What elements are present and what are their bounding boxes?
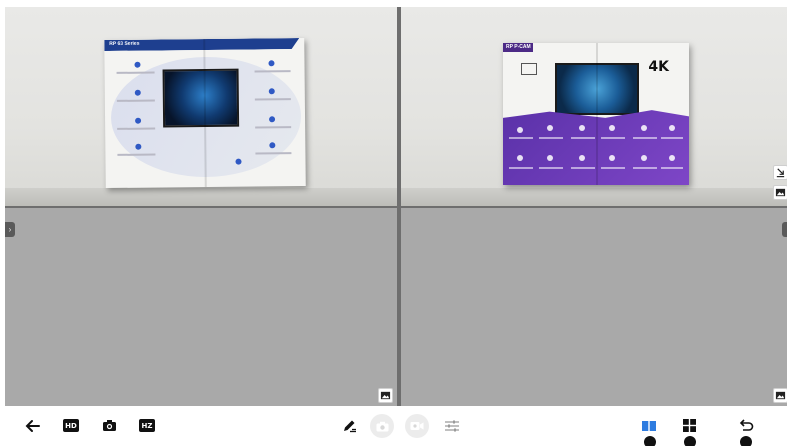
download-icon <box>776 168 785 178</box>
brochure-2-header: RP P-CAM <box>506 44 531 50</box>
record-video-icon <box>410 422 424 430</box>
chevron-right-icon: › <box>8 225 12 234</box>
brochure-image-2: RP P-CAM 4K <box>503 43 689 185</box>
brochure-1-header: RP 63 Series <box>109 40 140 47</box>
hz-label: HZ <box>141 421 153 430</box>
annotate-button[interactable] <box>340 417 358 435</box>
hd-label: HD <box>65 421 77 430</box>
layout-two-indicator <box>644 436 656 446</box>
camera-pane-2[interactable]: RP P-CAM 4K <box>401 7 787 206</box>
pane-4-image-button[interactable] <box>773 388 787 403</box>
adjust-button[interactable] <box>443 417 461 435</box>
image-icon <box>775 188 786 197</box>
undo-button[interactable] <box>737 417 755 434</box>
annotate-pen-icon <box>344 420 356 433</box>
layout-four-split-icon <box>682 419 696 432</box>
undo-indicator <box>740 436 752 446</box>
pane-2-image-button[interactable] <box>773 185 787 200</box>
hz-button[interactable]: HZ <box>139 419 155 432</box>
snapshot-button[interactable] <box>370 414 394 438</box>
back-arrow-icon <box>25 420 40 432</box>
undo-return-icon <box>739 418 753 431</box>
layout-four-split-button[interactable] <box>681 418 697 433</box>
camera-pane-3[interactable] <box>5 208 397 406</box>
snapshot-camera-icon <box>376 421 388 431</box>
camera-pane-1[interactable]: RP 63 Series <box>5 7 397 206</box>
pane-3-image-button[interactable] <box>378 388 393 403</box>
camera-button[interactable] <box>101 418 117 433</box>
image-icon <box>380 391 391 400</box>
image-icon <box>775 391 786 400</box>
back-button[interactable] <box>24 418 42 434</box>
brochure-2-badge: 4K <box>648 59 669 75</box>
camera-viewer-app: RP 63 Series RP P-CAM 4K › HD HZ <box>0 0 787 446</box>
brochure-1-screen-image <box>162 68 240 128</box>
pane-2-download-button[interactable] <box>773 165 787 180</box>
adjust-sliders-icon <box>445 420 459 432</box>
bottom-toolbar: HD HZ <box>0 406 787 446</box>
expand-left-handle[interactable]: › <box>5 222 15 237</box>
brochure-image-1: RP 63 Series <box>104 37 306 189</box>
layout-four-indicator <box>684 436 696 446</box>
layout-two-split-icon <box>642 420 656 431</box>
camera-button-icon <box>102 420 116 431</box>
layout-two-split-button[interactable] <box>641 419 657 432</box>
camera-pane-4[interactable] <box>401 208 787 406</box>
record-video-button[interactable] <box>405 414 429 438</box>
hd-quality-button[interactable]: HD <box>63 419 79 432</box>
camera-grid: RP 63 Series RP P-CAM 4K <box>5 7 787 406</box>
expand-right-handle[interactable] <box>782 222 787 237</box>
